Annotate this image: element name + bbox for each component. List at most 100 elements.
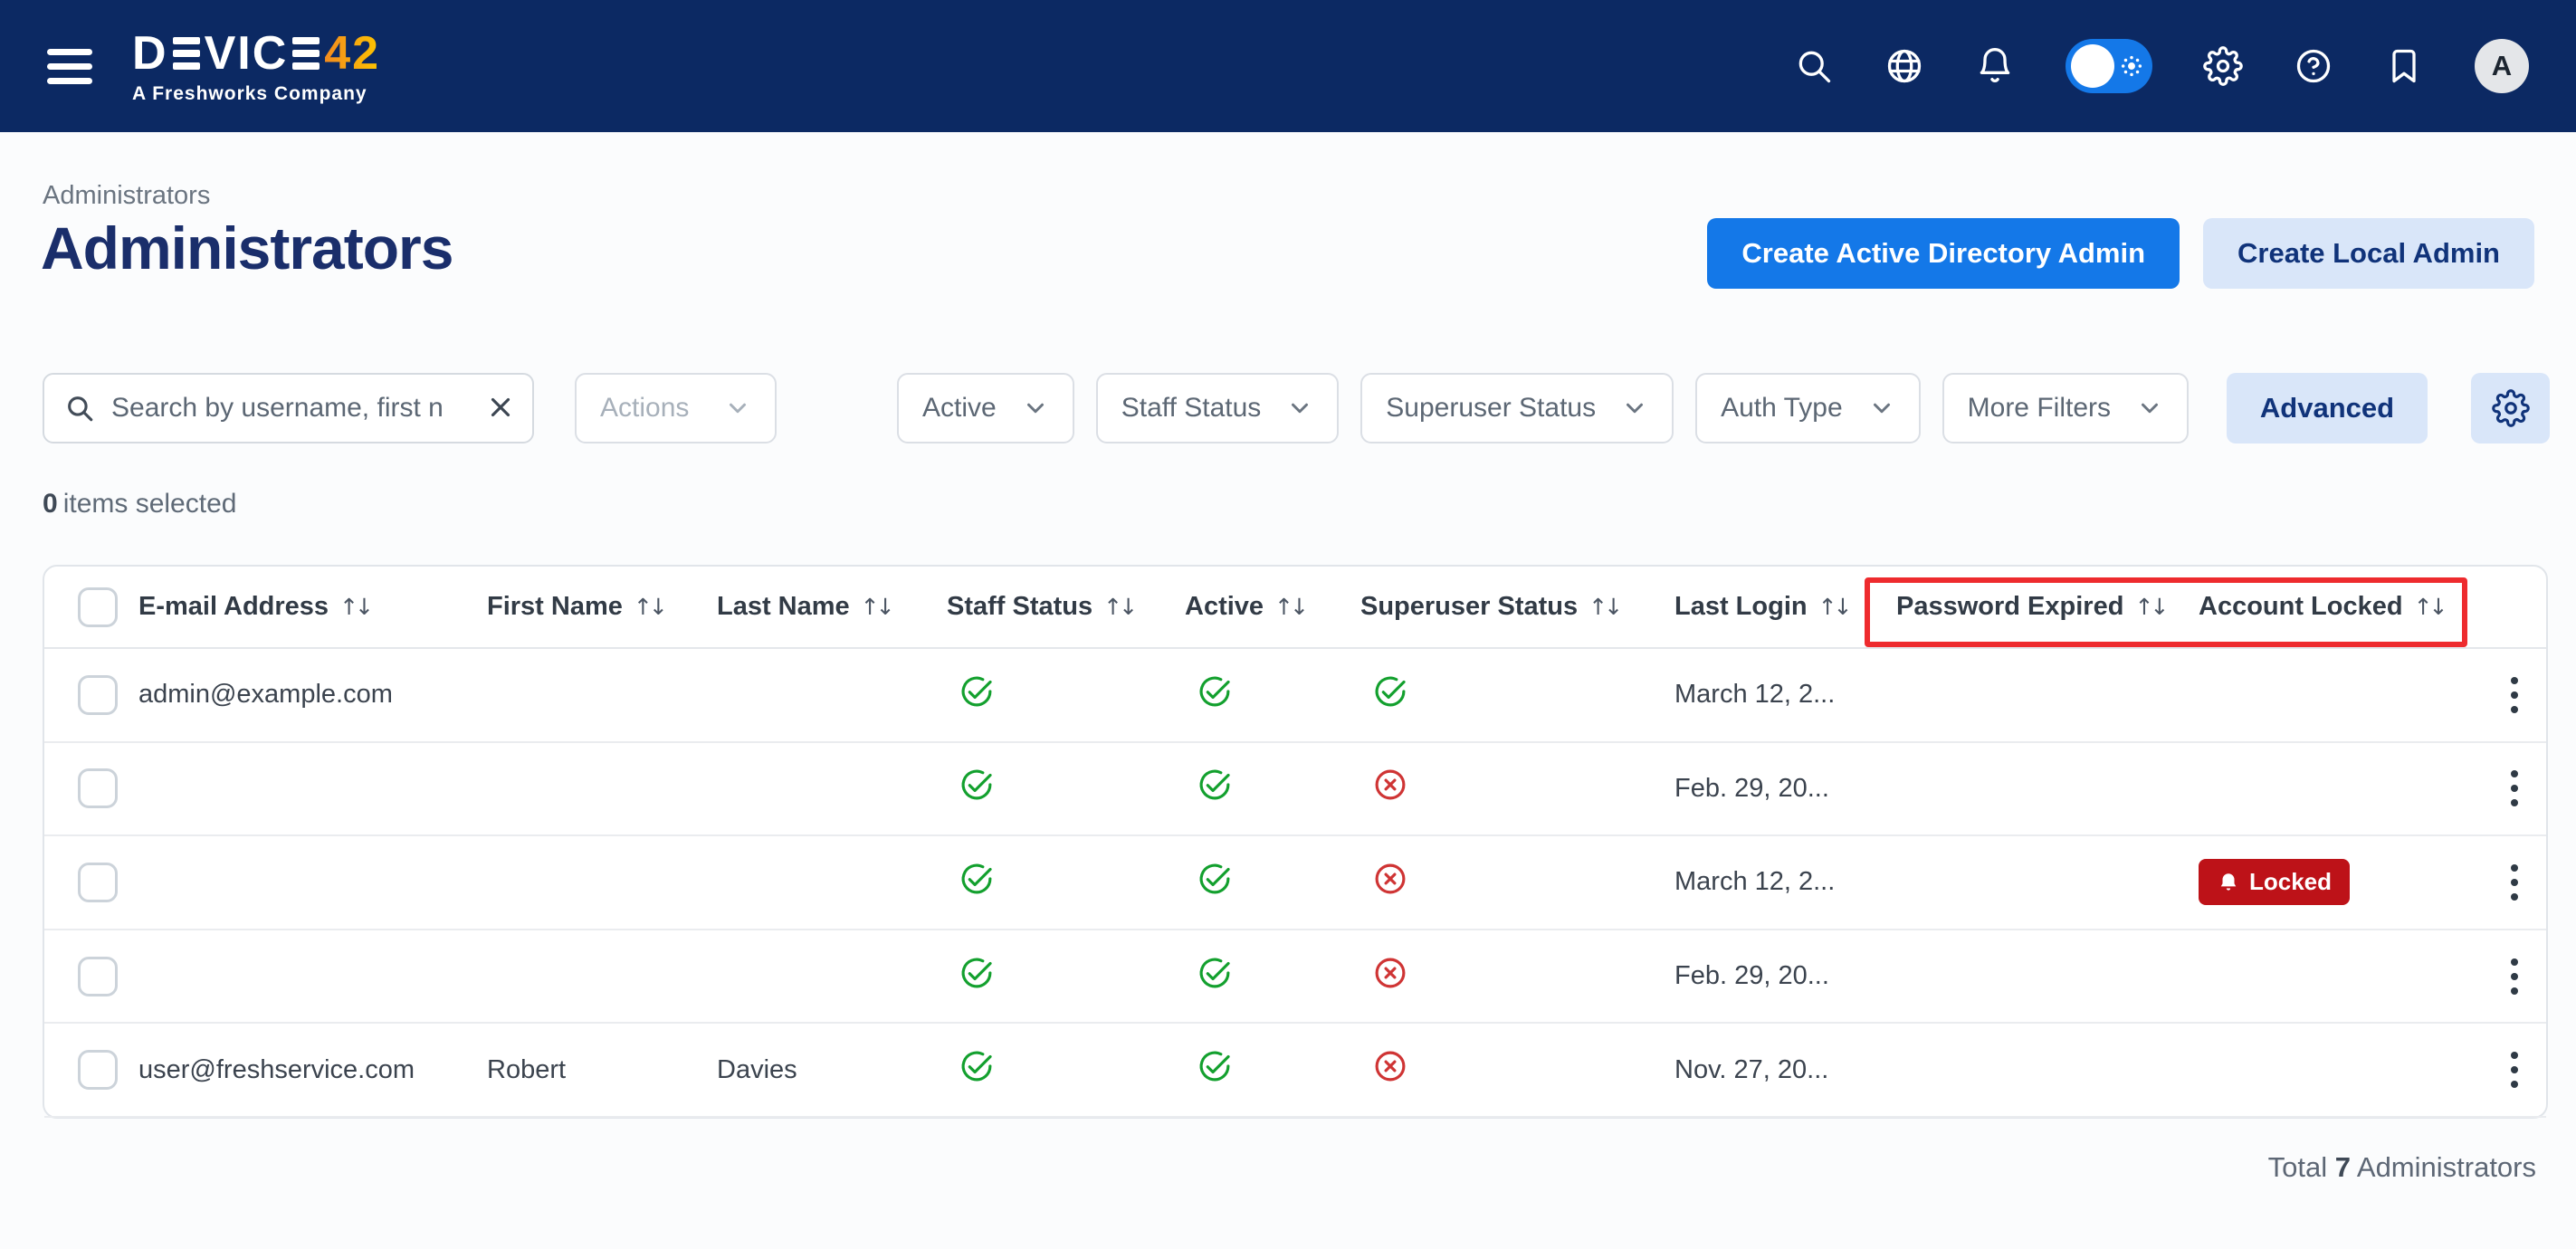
search-box [43, 373, 534, 443]
settings-gear-icon[interactable] [2203, 46, 2243, 86]
cell-active [1185, 766, 1360, 811]
chevron-down-icon [2136, 395, 2163, 422]
breadcrumb[interactable]: Administrators [43, 181, 210, 211]
cell-staff-status [947, 766, 1185, 811]
column-header-password-expired[interactable]: Password Expired↑↓ [1896, 592, 2199, 622]
sort-icon[interactable]: ↑↓ [634, 594, 664, 620]
toggle-knob [2071, 44, 2114, 88]
more-filters-dropdown[interactable]: More Filters [1942, 373, 2189, 443]
filter-staff-status-dropdown[interactable]: Staff Status [1096, 373, 1340, 443]
check-circle-icon [958, 954, 996, 992]
chevron-down-icon [1621, 395, 1648, 422]
cell-email: admin@example.com [138, 680, 487, 710]
notifications-bell-icon[interactable] [1975, 46, 2015, 86]
sort-icon[interactable]: ↑↓ [1103, 594, 1134, 620]
cell-last-login: Feb. 29, 20... [1674, 774, 1896, 804]
cell-first-name: Robert [487, 1055, 717, 1085]
column-header-superuser-status[interactable]: Superuser Status↑↓ [1360, 592, 1674, 622]
globe-icon[interactable] [1884, 46, 1924, 86]
actions-dropdown[interactable]: Actions [575, 373, 777, 443]
sort-icon[interactable]: ↑↓ [2414, 594, 2445, 620]
row-menu-kebab-icon[interactable] [2505, 765, 2524, 812]
column-header-email[interactable]: E-mail Address↑↓ [138, 592, 487, 622]
chevron-down-icon [1286, 395, 1313, 422]
total-count-number: 7 [2335, 1151, 2351, 1183]
top-navbar: DVIC42 A Freshworks Company [0, 0, 2576, 132]
cell-superuser-status [1360, 1047, 1674, 1092]
cell-superuser-status [1360, 954, 1674, 999]
table-row: admin@example.com March 12, 2... [44, 649, 2546, 743]
x-circle-icon [1371, 954, 1409, 992]
check-circle-icon [1196, 766, 1234, 804]
check-circle-icon [1196, 1047, 1234, 1085]
table-row: user@freshservice.com Robert Davies Nov.… [44, 1024, 2546, 1118]
hamburger-menu-icon[interactable] [47, 49, 92, 84]
check-circle-icon [958, 1047, 996, 1085]
check-circle-icon [958, 860, 996, 898]
create-local-admin-button[interactable]: Create Local Admin [2203, 218, 2534, 289]
cell-staff-status [947, 1047, 1185, 1092]
check-circle-icon [1371, 672, 1409, 710]
clear-search-icon[interactable] [485, 392, 516, 423]
locked-badge: Locked [2199, 859, 2350, 905]
chevron-down-icon [724, 395, 751, 422]
sort-icon[interactable]: ↑↓ [1274, 594, 1305, 620]
user-avatar[interactable]: A [2475, 39, 2529, 93]
theme-toggle[interactable] [2066, 39, 2152, 93]
row-menu-kebab-icon[interactable] [2505, 859, 2524, 906]
filter-auth-type-dropdown[interactable]: Auth Type [1695, 373, 1921, 443]
row-checkbox[interactable] [78, 863, 118, 902]
column-header-active[interactable]: Active↑↓ [1185, 592, 1360, 622]
search-input[interactable] [43, 373, 534, 443]
sort-icon[interactable]: ↑↓ [1589, 594, 1619, 620]
select-all-checkbox[interactable] [78, 587, 118, 627]
column-header-account-locked[interactable]: Account Locked↑↓ [2199, 592, 2479, 622]
row-menu-kebab-icon[interactable] [2505, 1046, 2524, 1093]
chevron-down-icon [1022, 395, 1049, 422]
selection-label: items selected [63, 489, 237, 519]
column-header-last-name[interactable]: Last Name↑↓ [717, 592, 947, 622]
create-active-directory-admin-button[interactable]: Create Active Directory Admin [1707, 218, 2180, 289]
search-icon[interactable] [1794, 46, 1834, 86]
check-circle-icon [958, 672, 996, 710]
column-header-first-name[interactable]: First Name↑↓ [487, 592, 717, 622]
search-icon [64, 393, 95, 424]
cell-active [1185, 672, 1360, 718]
table-settings-button[interactable] [2471, 373, 2550, 443]
row-checkbox[interactable] [78, 768, 118, 808]
row-menu-kebab-icon[interactable] [2505, 672, 2524, 719]
check-circle-icon [1196, 860, 1234, 898]
device42-logo: DVIC42 A Freshworks Company [132, 30, 380, 103]
sort-icon[interactable]: ↑↓ [1818, 594, 1849, 620]
column-header-staff-status[interactable]: Staff Status↑↓ [947, 592, 1185, 622]
sun-icon [2119, 53, 2144, 79]
row-checkbox[interactable] [78, 957, 118, 996]
logo-e-icon [173, 37, 200, 70]
alarm-bell-icon [2217, 871, 2240, 894]
page-title: Administrators [41, 214, 453, 282]
cell-email: user@freshservice.com [138, 1055, 487, 1085]
help-icon[interactable] [2294, 46, 2333, 86]
sort-icon[interactable]: ↑↓ [339, 594, 370, 620]
selection-status: 0items selected [43, 489, 236, 520]
filter-active-dropdown[interactable]: Active [897, 373, 1074, 443]
table-row: Feb. 29, 20... [44, 743, 2546, 837]
administrators-table: E-mail Address↑↓ First Name↑↓ Last Name↑… [43, 565, 2548, 1119]
cell-last-login: Nov. 27, 20... [1674, 1055, 1896, 1085]
table-row: Feb. 29, 20... [44, 930, 2546, 1025]
row-checkbox[interactable] [78, 675, 118, 715]
row-menu-kebab-icon[interactable] [2505, 953, 2524, 1000]
total-count: Total 7 Administrators [2268, 1151, 2536, 1184]
check-circle-icon [958, 766, 996, 804]
row-checkbox[interactable] [78, 1050, 118, 1090]
sort-icon[interactable]: ↑↓ [2134, 594, 2165, 620]
filter-superuser-status-dropdown[interactable]: Superuser Status [1360, 373, 1674, 443]
column-header-last-login[interactable]: Last Login↑↓ [1674, 592, 1896, 622]
cell-account-locked: Locked [2199, 859, 2479, 905]
cell-last-name: Davies [717, 1055, 947, 1085]
advanced-button[interactable]: Advanced [2227, 373, 2428, 443]
cell-active [1185, 954, 1360, 999]
sort-icon[interactable]: ↑↓ [861, 594, 892, 620]
check-circle-icon [1196, 672, 1234, 710]
bookmark-icon[interactable] [2384, 46, 2424, 86]
